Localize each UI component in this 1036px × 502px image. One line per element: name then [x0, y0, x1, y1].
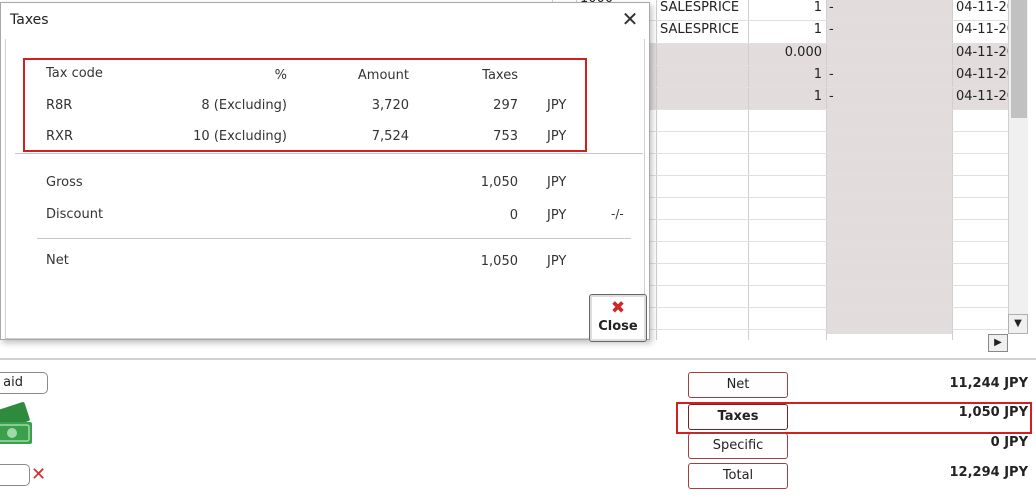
- net-label: Net: [46, 253, 69, 268]
- discount-label: Discount: [46, 207, 104, 222]
- tax-taxes-cell: 753: [493, 129, 518, 144]
- grid-qty[interactable]: 1: [752, 89, 822, 104]
- net-value: 11,244 JPY: [949, 376, 1028, 391]
- close-button[interactable]: ✖ Close: [589, 294, 647, 342]
- grid-unit[interactable]: -: [829, 67, 834, 82]
- close-icon[interactable]: ✕: [619, 9, 641, 31]
- shaded-cells-desc: [650, 44, 748, 110]
- grid-date[interactable]: 04-11-20: [956, 0, 1008, 15]
- net-currency: JPY: [547, 254, 567, 269]
- money-icon[interactable]: [0, 400, 36, 452]
- tax-currency-cell: JPY: [547, 98, 567, 113]
- taxes-dialog: Taxes ✕ Tax code % Amount Taxes R8R 8 (E…: [0, 2, 650, 342]
- grid-description[interactable]: SALESPRICE: [660, 0, 739, 15]
- header-tax-code: Tax code: [46, 66, 103, 81]
- taxes-value: 1,050 JPY: [958, 405, 1028, 420]
- tax-currency-cell: JPY: [547, 129, 567, 144]
- tax-taxes-cell: 297: [493, 98, 518, 113]
- total-button[interactable]: Total: [688, 463, 788, 489]
- grid-col-divider: [748, 0, 749, 340]
- tax-percent-cell: 8 (Excluding): [201, 98, 287, 113]
- tax-amount-cell: 7,524: [371, 129, 409, 144]
- grid-qty[interactable]: 0.000: [752, 45, 822, 60]
- discount-toggle[interactable]: -/-: [611, 207, 624, 221]
- close-x-icon: ✖: [610, 298, 626, 318]
- specific-value: 0 JPY: [990, 435, 1028, 450]
- grid-qty[interactable]: 1: [752, 22, 822, 37]
- scroll-right-arrow-icon[interactable]: ▶: [988, 334, 1008, 352]
- header-percent: %: [274, 68, 287, 83]
- specific-button[interactable]: Specific: [688, 433, 788, 459]
- grid-description[interactable]: SALESPRICE: [660, 22, 739, 37]
- grid-col-divider: [952, 0, 953, 340]
- paid-button[interactable]: aid: [0, 372, 48, 394]
- divider: [15, 153, 643, 154]
- cancel-payment-button[interactable]: [0, 464, 30, 486]
- gross-currency: JPY: [547, 175, 567, 190]
- sales-document-window: 1000 SALESPRICE 1 - 04-11-20 SALESPRICE …: [0, 0, 1036, 502]
- red-x-icon[interactable]: ✕: [31, 465, 46, 485]
- tax-percent-cell: 10 (Excluding): [193, 129, 287, 144]
- grid-date[interactable]: 04-11-20: [956, 22, 1008, 37]
- grid-unit[interactable]: -: [829, 89, 834, 104]
- dialog-title: Taxes: [10, 12, 49, 28]
- discount-currency: JPY: [547, 208, 567, 223]
- grid-date[interactable]: 04-11-20: [956, 67, 1008, 82]
- vertical-scrollbar[interactable]: [1008, 0, 1028, 334]
- grid-qty[interactable]: 1: [752, 0, 822, 15]
- grid-date[interactable]: 04-11-20: [956, 89, 1008, 104]
- divider: [37, 238, 631, 239]
- total-value: 12,294 JPY: [949, 465, 1028, 480]
- gross-value: 1,050: [480, 175, 518, 190]
- shaded-column-unit: [826, 0, 952, 334]
- discount-value: 0: [509, 208, 518, 223]
- scrollbar-thumb[interactable]: [1011, 0, 1027, 118]
- net-button[interactable]: Net: [688, 372, 788, 398]
- grid-col-divider: [656, 0, 657, 340]
- close-button-label: Close: [598, 319, 638, 334]
- summary-panel: aid ✕ Net 11,244 JPY Taxes 1,050 JPY Spe…: [0, 358, 1036, 502]
- grid-unit[interactable]: -: [829, 0, 834, 15]
- grid-unit[interactable]: -: [829, 22, 834, 37]
- grid-qty[interactable]: 1: [752, 67, 822, 82]
- header-taxes: Taxes: [482, 68, 518, 83]
- header-amount: Amount: [357, 68, 409, 83]
- grid-date[interactable]: 04-11-20: [956, 45, 1008, 60]
- tax-code-cell: R8R: [46, 98, 73, 113]
- net-value: 1,050: [480, 254, 518, 269]
- grid-col-divider: [826, 0, 827, 340]
- taxes-button[interactable]: Taxes: [688, 404, 788, 430]
- gross-label: Gross: [46, 175, 83, 190]
- tax-amount-cell: 3,720: [371, 98, 409, 113]
- scroll-down-arrow-icon[interactable]: ▼: [1008, 314, 1028, 334]
- tax-code-cell: RXR: [46, 129, 73, 144]
